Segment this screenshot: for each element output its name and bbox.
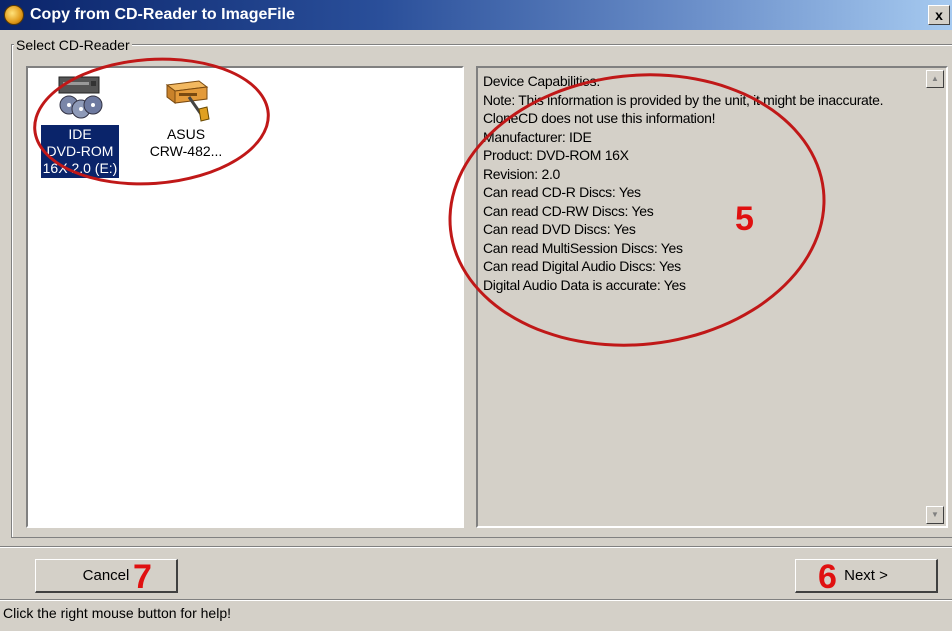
device-capabilities-pane[interactable]: Device Capabilities: Note: This informat… (476, 66, 948, 528)
cd-writer-icon (161, 71, 211, 123)
status-bar-text: Click the right mouse button for help! (3, 605, 232, 621)
annotation-number-7: 7 (133, 558, 152, 596)
device-list[interactable]: IDE DVD-ROM 16X 2.0 (E:) ASUS CRW-482... (26, 66, 464, 528)
info-line: Can read CD-R Discs: Yes (483, 184, 641, 200)
annotation-number-6: 6 (818, 558, 837, 596)
scroll-up-arrow-icon[interactable]: ▲ (926, 70, 944, 88)
device-item-ide-dvd-rom[interactable]: IDE DVD-ROM 16X 2.0 (E:) (34, 71, 126, 178)
device-label: ASUS CRW-482... (149, 126, 223, 159)
info-line: Product: DVD-ROM 16X (483, 147, 629, 163)
info-line: Can read CD-RW Discs: Yes (483, 202, 654, 219)
info-line: Device Capabilities: (483, 73, 600, 89)
clonecd-app-icon (4, 5, 24, 25)
window-title: Copy from CD-Reader to ImageFile (30, 6, 295, 23)
scroll-down-arrow-icon[interactable]: ▼ (926, 506, 944, 524)
info-line: Can read DVD Discs: Yes (483, 221, 636, 237)
cancel-button[interactable]: Cancel (35, 559, 178, 593)
status-separator (0, 599, 952, 601)
info-line: Revision: 2.0 (483, 165, 561, 182)
next-button[interactable]: Next > (795, 559, 938, 593)
button-separator (0, 546, 952, 548)
info-line: Manufacturer: IDE (483, 128, 592, 145)
info-line: Note: This information is provided by th… (483, 91, 884, 127)
device-item-asus-crw[interactable]: ASUS CRW-482... (140, 71, 232, 161)
info-line: Can read MultiSession Discs: Yes (483, 239, 683, 256)
close-button[interactable]: x (928, 5, 950, 25)
info-line: Can read Digital Audio Discs: Yes (483, 258, 681, 274)
device-label: IDE DVD-ROM 16X 2.0 (E:) (40, 125, 120, 178)
dvd-drive-icon (55, 71, 105, 123)
info-line: Digital Audio Data is accurate: Yes (483, 276, 686, 293)
device-capabilities-text: Device Capabilities: Note: This informat… (483, 72, 913, 294)
annotation-number-5: 5 (735, 200, 754, 238)
vertical-scrollbar[interactable]: ▲ ▼ (926, 70, 944, 524)
group-label: Select CD-Reader (14, 37, 132, 53)
title-bar[interactable]: Copy from CD-Reader to ImageFile x (0, 0, 952, 30)
